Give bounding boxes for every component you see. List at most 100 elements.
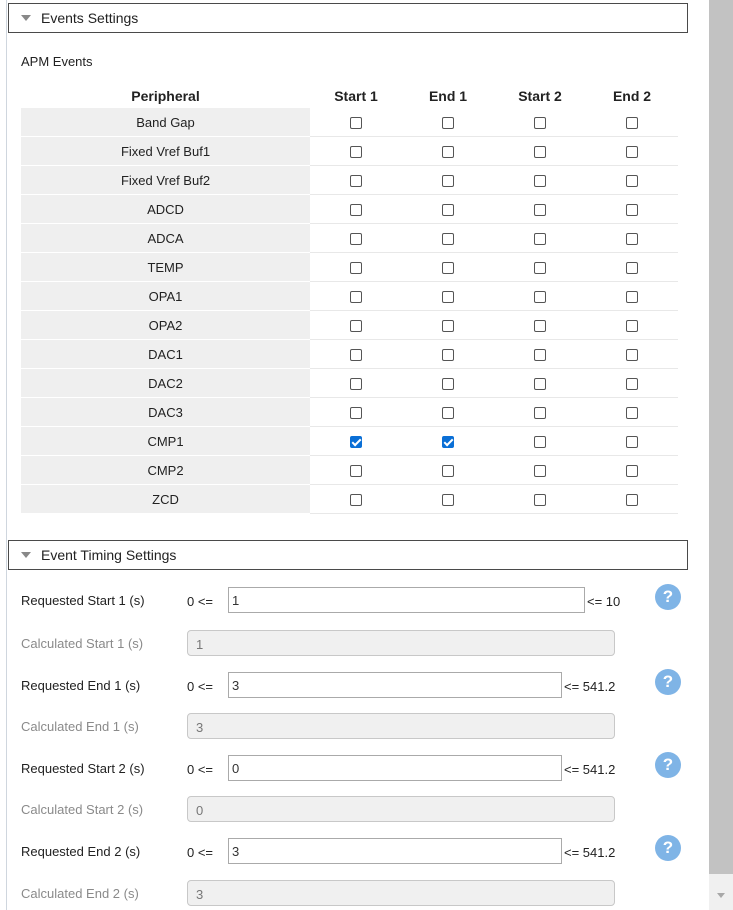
end1-checkbox[interactable] [442,175,454,188]
end2-checkbox[interactable] [626,465,638,478]
end2-checkbox[interactable] [626,175,638,188]
requested-end2-max: <= 541.2 [564,845,616,860]
start2-checkbox[interactable] [534,204,546,217]
end2-checkbox[interactable] [626,320,638,333]
calculated-end2-label: Calculated End 2 (s) [21,886,139,901]
start2-checkbox[interactable] [534,117,546,130]
start2-checkbox[interactable] [534,378,546,391]
start2-checkbox[interactable] [534,436,546,449]
checkbox-cell [402,484,494,514]
end2-checkbox[interactable] [626,262,638,275]
end2-checkbox[interactable] [626,494,638,507]
requested-end2-input[interactable]: 3 [228,838,562,864]
end1-checkbox[interactable] [442,291,454,304]
end2-checkbox[interactable] [626,204,638,217]
start1-checkbox[interactable] [350,349,362,362]
checkbox-cell [586,455,678,485]
start2-checkbox[interactable] [534,320,546,333]
collapse-triangle-icon[interactable] [21,552,31,558]
peripheral-name: ZCD [21,484,310,514]
col-header-start1: Start 1 [334,88,378,104]
end1-checkbox[interactable] [442,117,454,130]
start2-checkbox[interactable] [534,349,546,362]
requested-start2-max: <= 541.2 [564,762,616,777]
start1-checkbox[interactable] [350,175,362,188]
calculated-end1-row: Calculated End 1 (s) 3 [21,713,701,741]
end2-checkbox[interactable] [626,233,638,246]
end2-checkbox[interactable] [626,378,638,391]
peripheral-name: OPA2 [21,310,310,340]
end1-checkbox[interactable] [442,262,454,275]
start1-checkbox[interactable] [350,233,362,246]
checkbox-cell [402,136,494,166]
checkbox-cell [494,136,586,166]
start2-checkbox[interactable] [534,233,546,246]
collapse-triangle-icon[interactable] [21,15,31,21]
start2-checkbox[interactable] [534,175,546,188]
end2-checkbox[interactable] [626,291,638,304]
start1-checkbox[interactable] [350,465,362,478]
end1-checkbox[interactable] [442,378,454,391]
requested-start2-input[interactable]: 0 [228,755,562,781]
start2-checkbox[interactable] [534,262,546,275]
requested-end1-input[interactable]: 3 [228,672,562,698]
end1-checkbox[interactable] [442,494,454,507]
end2-checkbox[interactable] [626,117,638,130]
start1-checkbox[interactable] [350,262,362,275]
start1-checkbox[interactable] [350,320,362,333]
peripheral-name: Fixed Vref Buf1 [21,136,310,166]
end2-checkbox[interactable] [626,146,638,159]
calculated-end2-field: 3 [187,880,615,906]
events-settings-header[interactable]: Events Settings [8,3,688,33]
end1-checkbox[interactable] [442,233,454,246]
checkbox-cell [586,397,678,427]
start2-checkbox[interactable] [534,291,546,304]
table-row: DAC1 [21,339,678,369]
help-icon[interactable]: ? [655,835,681,861]
start1-checkbox[interactable] [350,378,362,391]
help-icon[interactable]: ? [655,669,681,695]
checkbox-cell [310,368,402,398]
start1-checkbox[interactable] [350,117,362,130]
peripheral-name: Band Gap [21,108,310,137]
help-icon[interactable]: ? [655,752,681,778]
requested-start1-max: <= 10 [587,594,621,609]
start1-checkbox[interactable] [350,407,362,420]
start2-checkbox[interactable] [534,494,546,507]
vertical-scrollbar[interactable] [709,0,733,910]
checkbox-cell [494,252,586,282]
end2-checkbox[interactable] [626,436,638,449]
help-icon[interactable]: ? [655,584,681,610]
checkbox-cell [310,165,402,195]
peripheral-name: ADCD [21,194,310,224]
start2-checkbox[interactable] [534,146,546,159]
checkbox-cell [310,194,402,224]
end1-checkbox[interactable] [442,465,454,478]
end1-checkbox[interactable] [442,320,454,333]
requested-start1-input[interactable]: 1 [228,587,585,613]
calculated-start2-label: Calculated Start 2 (s) [21,802,144,817]
end1-checkbox[interactable] [442,349,454,362]
start2-checkbox[interactable] [534,407,546,420]
end2-checkbox[interactable] [626,349,638,362]
end2-checkbox[interactable] [626,407,638,420]
end1-checkbox[interactable] [442,146,454,159]
end1-checkbox[interactable] [442,204,454,217]
event-timing-header[interactable]: Event Timing Settings [8,540,688,570]
calculated-start1-row: Calculated Start 1 (s) 1 [21,630,701,658]
start2-checkbox[interactable] [534,465,546,478]
checkbox-cell [310,484,402,514]
end1-checkbox[interactable] [442,407,454,420]
start1-checkbox[interactable] [350,204,362,217]
end1-checkbox[interactable] [442,436,454,449]
peripheral-name: DAC3 [21,397,310,427]
checkbox-cell [586,252,678,282]
peripheral-name: OPA1 [21,281,310,311]
start1-checkbox[interactable] [350,494,362,507]
table-row: CMP2 [21,455,678,485]
start1-checkbox[interactable] [350,146,362,159]
start1-checkbox[interactable] [350,291,362,304]
scrollbar-thumb[interactable] [709,0,733,874]
start1-checkbox[interactable] [350,436,362,449]
scroll-down-arrow-icon[interactable] [717,893,725,898]
